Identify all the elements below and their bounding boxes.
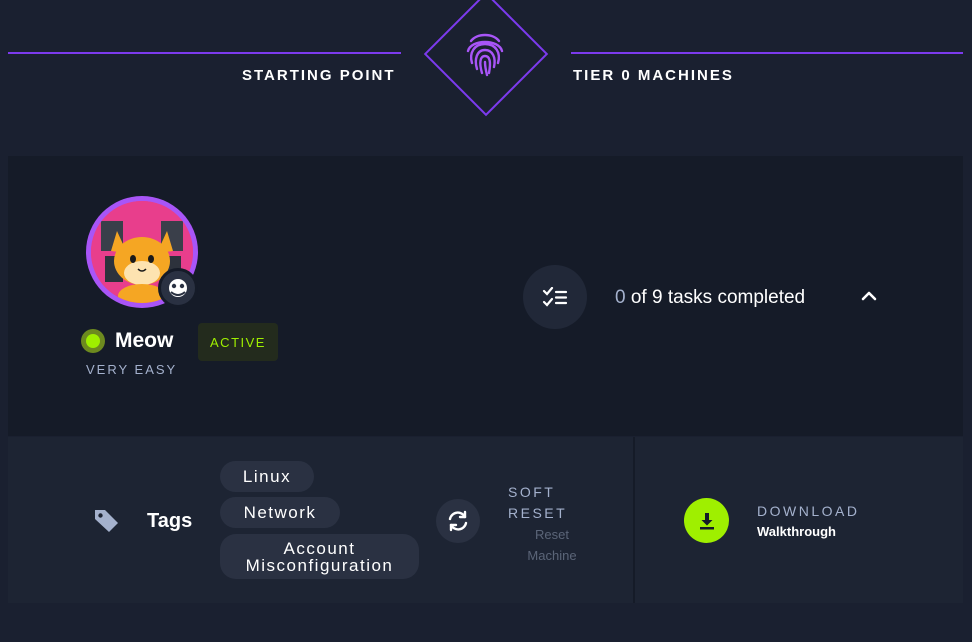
soft-reset-button[interactable] [436,499,480,543]
header-tier-label: TIER 0 MACHINES [573,67,734,84]
os-badge [158,268,198,308]
chevron-up-icon[interactable] [858,287,880,303]
download-button[interactable] [684,498,729,543]
status-badge: ACTIVE [198,323,278,361]
tag-pill-network[interactable]: Network [220,497,340,528]
soft-reset-title[interactable]: SOFT RESET [508,482,568,524]
tags-label: Tags [147,510,193,532]
tasks-icon-wrap [523,265,587,329]
actions-divider [633,437,635,603]
penguin-icon [167,277,189,299]
header-divider-left [8,52,401,54]
fingerprint-icon [466,33,504,77]
refresh-icon [448,510,468,532]
tasks-progress-label: of 9 tasks completed [625,287,806,308]
header-starting-point: STARTING POINT [242,67,396,84]
download-icon [699,512,714,529]
machine-name[interactable]: Meow [115,329,173,353]
checklist-icon [542,287,568,307]
tasks-completed-count: 0 [615,287,626,308]
tasks-progress-text: 0 of 9 tasks completed [615,287,805,309]
download-subtitle: Walkthrough [757,524,836,539]
tag-icon [95,510,118,532]
machine-difficulty: VERY EASY [86,362,178,377]
tag-pill-account-misconfiguration[interactable]: Account Misconfiguration [220,534,419,579]
download-title[interactable]: DOWNLOAD [757,503,859,519]
soft-reset-subtitle: Reset Machine [527,527,577,563]
machine-status-dot [81,329,105,353]
header-divider-right [571,52,963,54]
tag-pill-linux[interactable]: Linux [220,461,314,492]
